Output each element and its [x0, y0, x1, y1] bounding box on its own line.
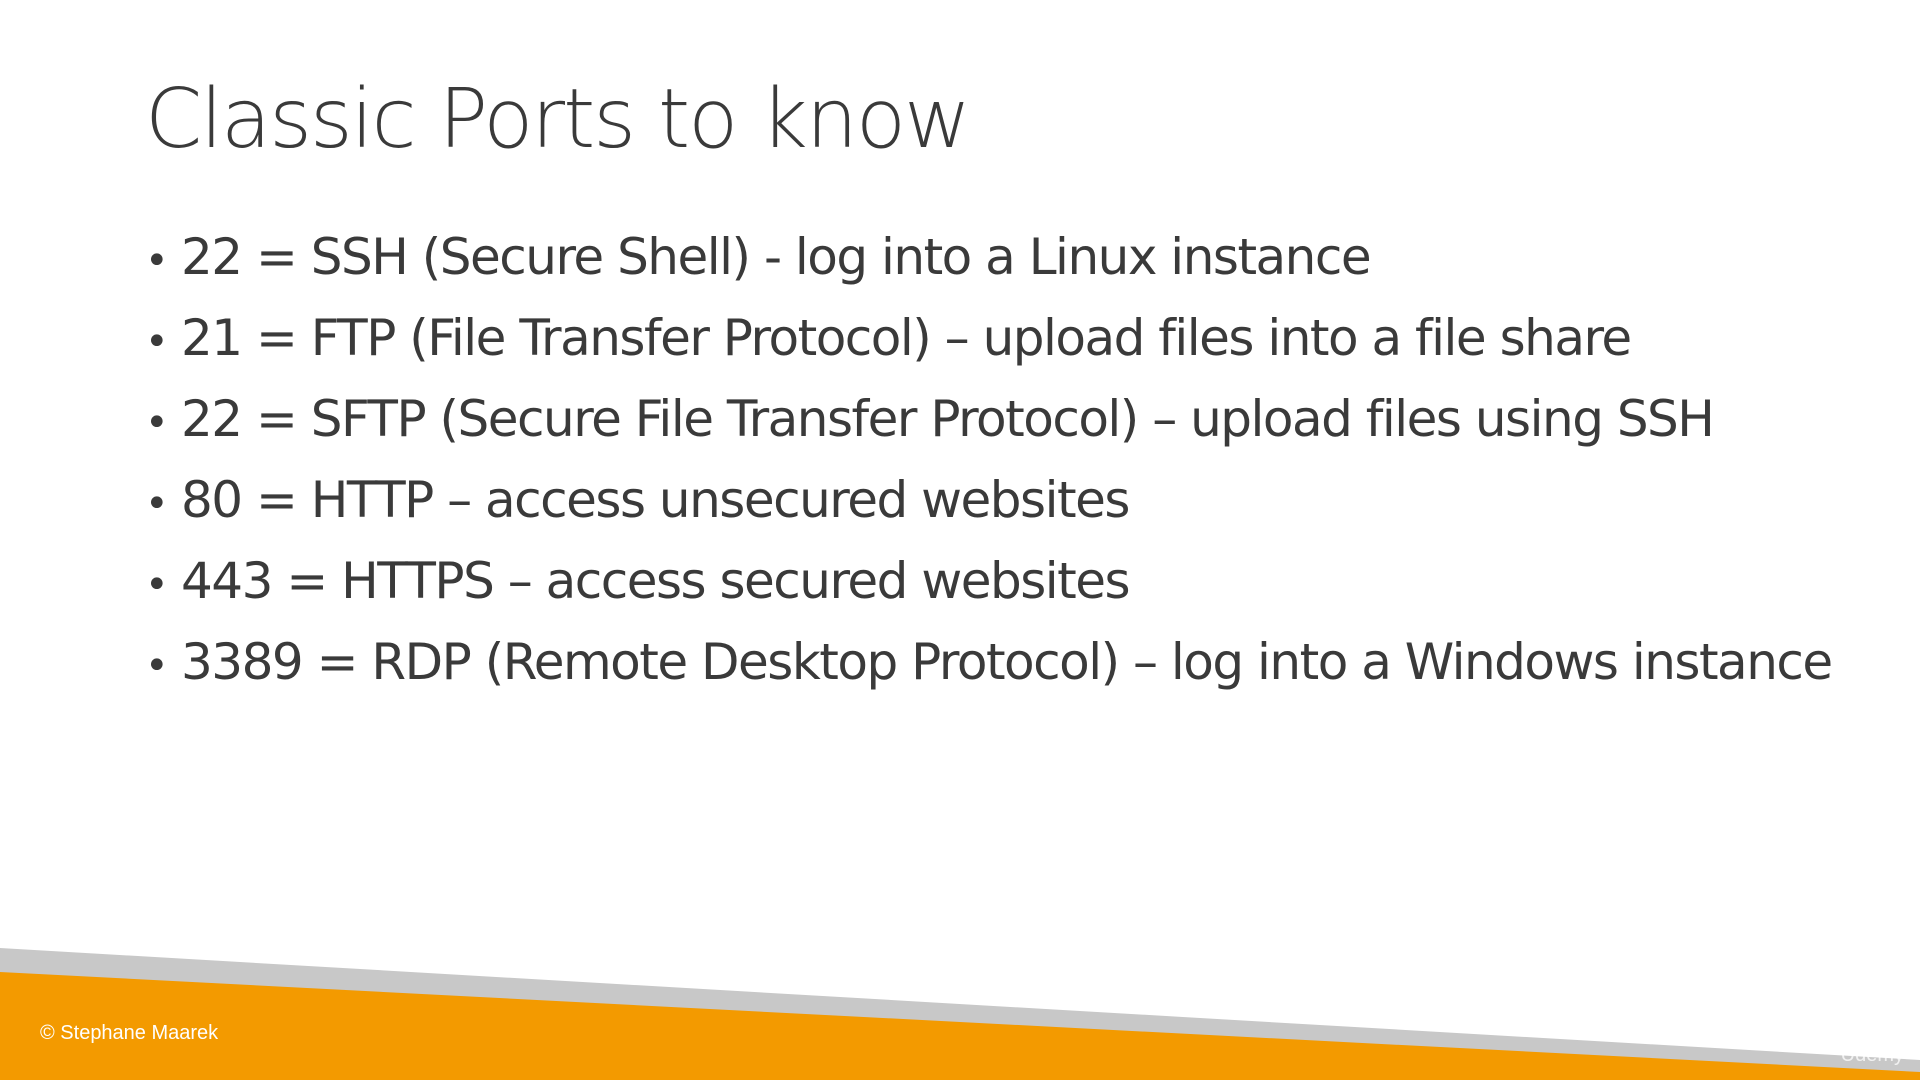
- slide-title: Classic Ports to know: [145, 72, 971, 167]
- bullet-list: • 22 = SSH (Secure Shell) - log into a L…: [145, 228, 1833, 714]
- bullet-item-sftp: • 22 = SFTP (Secure File Transfer Protoc…: [145, 390, 1832, 471]
- footer-graphic: [0, 948, 1920, 1080]
- bullet-text: 22 = SFTP (Secure File Transfer Protocol…: [181, 390, 1715, 448]
- bullet-icon: •: [145, 400, 169, 446]
- bullet-text: 21 = FTP (File Transfer Protocol) – uplo…: [181, 309, 1632, 367]
- udemy-watermark: Udemy: [1840, 1044, 1904, 1066]
- bullet-item-ftp: • 21 = FTP (File Transfer Protocol) – up…: [145, 309, 1832, 390]
- bullet-item-https: • 443 = HTTPS – access secured websites: [145, 552, 1832, 633]
- copyright-text: © Stephane Maarek: [40, 1022, 219, 1044]
- footer-orange-band: [0, 972, 1920, 1080]
- bullet-text: 3389 = RDP (Remote Desktop Protocol) – l…: [181, 633, 1833, 691]
- bullet-text: 22 = SSH (Secure Shell) - log into a Lin…: [181, 228, 1372, 286]
- bullet-text: 80 = HTTP – access unsecured websites: [181, 471, 1130, 529]
- bullet-icon: •: [145, 319, 169, 365]
- bullet-item-rdp: • 3389 = RDP (Remote Desktop Protocol) –…: [145, 633, 1833, 714]
- bullet-icon: •: [145, 481, 169, 527]
- bullet-icon: •: [145, 238, 169, 284]
- slide: Classic Ports to know • 22 = SSH (Secure…: [0, 0, 1920, 1080]
- bullet-icon: •: [145, 562, 169, 608]
- bullet-icon: •: [145, 643, 169, 689]
- bullet-item-http: • 80 = HTTP – access unsecured websites: [145, 471, 1832, 552]
- bullet-text: 443 = HTTPS – access secured websites: [181, 552, 1131, 610]
- bullet-item-ssh: • 22 = SSH (Secure Shell) - log into a L…: [145, 228, 1832, 309]
